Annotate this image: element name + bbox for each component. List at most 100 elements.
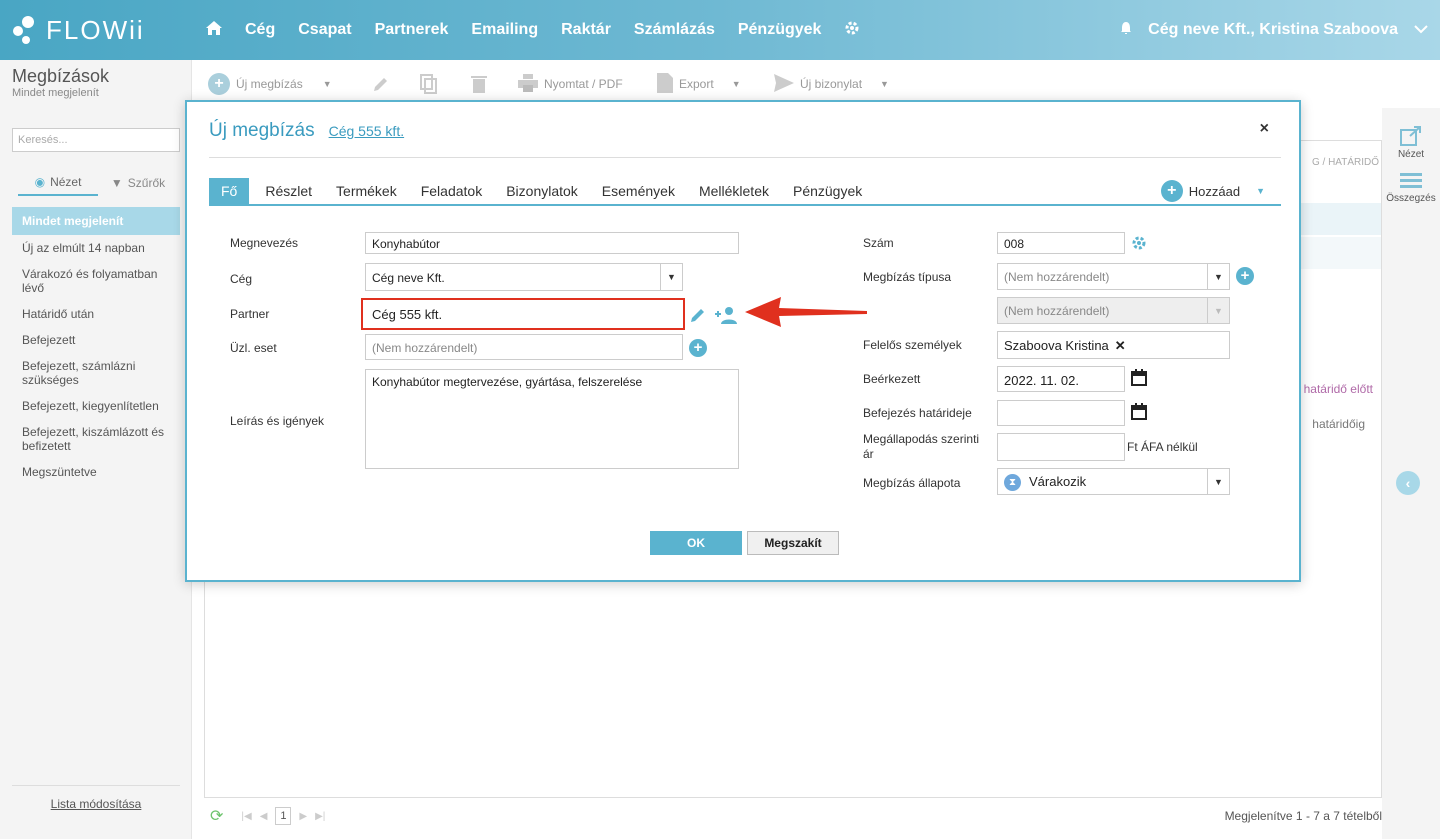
user-area: Cég neve Kft., Kristina Szaboova: [1120, 0, 1428, 60]
prev-page-icon[interactable]: ◀: [260, 811, 268, 822]
tab-main[interactable]: Fő: [209, 178, 250, 204]
tab-view[interactable]: ◉ Nézet: [18, 170, 98, 196]
eye-icon: ◉: [34, 175, 46, 189]
page-number[interactable]: 1: [275, 807, 292, 825]
print-button[interactable]: Nyomtat / PDF: [518, 72, 623, 96]
chevron-left-icon[interactable]: ‹: [1396, 471, 1420, 495]
chevron-down-icon[interactable]: [1414, 21, 1428, 39]
caret-down-icon: ▼: [660, 264, 682, 290]
status-select[interactable]: ⧗ Várakozik ▼: [997, 468, 1230, 495]
name-field[interactable]: Konyhabútor: [365, 232, 739, 254]
cancel-button[interactable]: Megszakít: [747, 531, 839, 555]
export-button[interactable]: Export ▼: [657, 72, 741, 96]
divider: [209, 157, 1281, 158]
first-page-icon[interactable]: |◀: [241, 811, 251, 822]
logo[interactable]: FLOWii: [12, 10, 145, 50]
nav-ceg[interactable]: Cég: [245, 21, 275, 39]
bell-icon[interactable]: [1120, 21, 1132, 40]
number-field[interactable]: 008: [997, 232, 1125, 254]
list-edit-link[interactable]: Lista módosítása: [0, 797, 192, 811]
add-type-icon[interactable]: +: [1236, 267, 1254, 285]
list-item[interactable]: Mindet megjelenít: [12, 207, 180, 235]
list-item[interactable]: Új az elmúlt 14 napban: [12, 235, 180, 261]
next-page-icon[interactable]: ▶: [299, 811, 307, 822]
refresh-icon[interactable]: ⟳: [210, 806, 223, 826]
type-select[interactable]: (Nem hozzárendelt) ▼: [997, 263, 1230, 290]
close-icon[interactable]: ×: [1260, 120, 1269, 138]
logo-icon: [13, 16, 34, 44]
nav-csapat[interactable]: Csapat: [298, 21, 351, 39]
add-person-icon[interactable]: [712, 306, 738, 327]
copy-icon[interactable]: [420, 72, 438, 96]
tab-tasks[interactable]: Feladatok: [409, 178, 494, 204]
partner-field[interactable]: Cég 555 kft.: [361, 298, 685, 330]
send-icon: [774, 73, 794, 95]
dialog-tabs: Fő Részlet Termékek Feladatok Bizonylato…: [209, 178, 1281, 206]
tab-finances[interactable]: Pénzügyek: [781, 178, 874, 204]
pencil-icon[interactable]: [689, 306, 707, 327]
summary-button[interactable]: Összegzés: [1382, 172, 1440, 204]
partner-label: Partner: [230, 307, 270, 321]
case-field[interactable]: (Nem hozzárendelt): [365, 334, 683, 360]
filter-icon: ▼: [110, 176, 123, 190]
list-item[interactable]: Befejezett, kiszámlázott és befizetett: [12, 419, 180, 459]
tab-filter[interactable]: ▼ Szűrők: [98, 170, 178, 196]
trash-icon[interactable]: [471, 72, 487, 96]
right-panel: Nézet Összegzés ‹: [1382, 108, 1440, 839]
caret-down-icon: ▼: [1207, 298, 1229, 323]
nav-partnerek[interactable]: Partnerek: [375, 21, 449, 39]
received-label: Beérkezett: [863, 372, 921, 386]
add-button[interactable]: + Hozzáad ▼: [1160, 178, 1265, 204]
price-field[interactable]: [997, 433, 1125, 461]
nav-emailing[interactable]: Emailing: [471, 21, 538, 39]
received-date-field[interactable]: 2022. 11. 02.: [997, 366, 1125, 392]
company-label: Cég: [230, 272, 253, 286]
gear-icon[interactable]: [844, 20, 860, 41]
ok-button[interactable]: OK: [650, 531, 742, 555]
list-item[interactable]: Befejezett: [12, 327, 180, 353]
list-icon: [1382, 172, 1440, 193]
nav-penzugyek[interactable]: Pénzügyek: [738, 21, 822, 39]
page-subtitle: Mindet megjelenít: [12, 87, 99, 99]
page-title: Megbízások: [12, 66, 110, 86]
home-icon[interactable]: [205, 20, 223, 41]
list-item[interactable]: Megszüntetve: [12, 459, 180, 485]
dialog-subtitle-link[interactable]: Cég 555 kft.: [329, 123, 405, 139]
view-button[interactable]: Nézet: [1382, 126, 1440, 160]
case-label: Üzl. eset: [230, 341, 277, 355]
tab-attachments[interactable]: Mellékletek: [687, 178, 781, 204]
number-label: Szám: [863, 236, 894, 250]
view-filter-tabs: ◉ Nézet ▼ Szűrők: [18, 170, 178, 196]
price-unit: Ft ÁFA nélkül: [1127, 440, 1198, 454]
search-input[interactable]: Keresés...: [12, 128, 180, 152]
nav-raktar[interactable]: Raktár: [561, 21, 611, 39]
deadline-date-field[interactable]: [997, 400, 1125, 426]
list-item[interactable]: Várakozó és folyamatban lévő: [12, 261, 180, 301]
company-select[interactable]: Cég neve Kft. ▼: [365, 263, 683, 291]
edit-icon[interactable]: [372, 72, 390, 96]
document-icon: [657, 72, 673, 96]
last-page-icon[interactable]: ▶|: [315, 811, 325, 822]
list-item[interactable]: Határidő után: [12, 301, 180, 327]
remove-icon[interactable]: ✕: [1115, 338, 1126, 353]
calendar-icon[interactable]: [1131, 369, 1147, 389]
new-document-button[interactable]: Új bizonylat ▼: [774, 72, 889, 96]
nav-szamlazas[interactable]: Számlázás: [634, 21, 715, 39]
tab-events[interactable]: Események: [590, 178, 687, 204]
gear-icon[interactable]: [1131, 235, 1147, 254]
responsible-field[interactable]: Szaboova Kristina ✕: [997, 331, 1230, 359]
tab-products[interactable]: Termékek: [324, 178, 409, 204]
tab-details[interactable]: Részlet: [253, 178, 324, 204]
new-button[interactable]: + Új megbízás ▼: [208, 72, 332, 96]
calendar-icon[interactable]: [1131, 403, 1147, 423]
list-item[interactable]: Befejezett, számlázni szükséges: [12, 353, 180, 393]
main-nav: Cég Csapat Partnerek Emailing Raktár Szá…: [205, 0, 883, 60]
add-case-icon[interactable]: +: [689, 339, 707, 357]
list-item[interactable]: Befejezett, kiegyenlítetlen: [12, 393, 180, 419]
name-label: Megnevezés: [230, 236, 299, 250]
tab-documents[interactable]: Bizonylatok: [494, 178, 590, 204]
subtype-select: (Nem hozzárendelt) ▼: [997, 297, 1230, 324]
responsible-label: Felelős személyek: [863, 338, 962, 352]
user-menu[interactable]: Cég neve Kft., Kristina Szaboova: [1148, 21, 1398, 39]
description-textarea[interactable]: Konyhabútor megtervezése, gyártása, fels…: [365, 369, 739, 469]
